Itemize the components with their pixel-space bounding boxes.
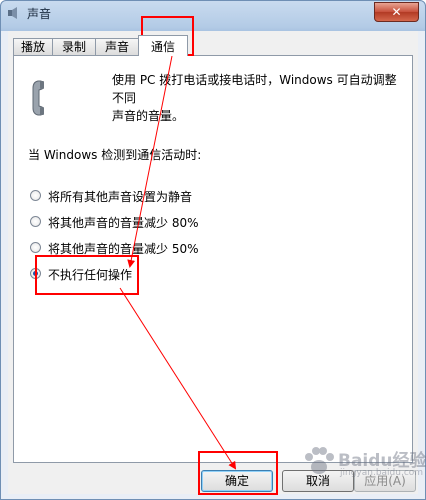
description: 使用 PC 拨打电话或接电话时，Windows 可自动调整不同 声音的音量。 xyxy=(112,71,402,125)
radio-button[interactable] xyxy=(30,242,41,253)
radio-dot xyxy=(33,271,38,276)
paw-icon xyxy=(305,447,334,474)
window-title: 声音 xyxy=(27,7,52,21)
radio-button-selected[interactable] xyxy=(30,268,41,279)
description-line-1: 使用 PC 拨打电话或接电话时，Windows 可自动调整不同 xyxy=(112,73,397,105)
sound-dialog: 声音 ✕ 播放 录制 声音 通信 使用 PC 拨打电话或接电话时，Windows… xyxy=(0,0,426,500)
phone-handset-icon xyxy=(32,80,44,116)
baidu-watermark: Baidu经验 jingyan.baidu.com xyxy=(300,440,426,488)
option-label: 将所有其他声音设置为静音 xyxy=(48,190,193,204)
option-label: 不执行任何操作 xyxy=(48,268,133,282)
dialog-client: 播放 录制 声音 通信 使用 PC 拨打电话或接电话时，Windows 可自动调… xyxy=(8,31,418,494)
speaker-icon xyxy=(8,7,17,19)
tab-sounds[interactable]: 声音 xyxy=(95,38,139,55)
description-line-2: 声音的音量。 xyxy=(112,109,185,123)
ok-button[interactable]: 确定 xyxy=(201,470,273,492)
tab-communications[interactable]: 通信 xyxy=(138,35,188,56)
tab-playback[interactable]: 播放 xyxy=(13,38,53,55)
option-label: 将其他声音的音量减少 50% xyxy=(48,242,199,256)
close-button[interactable]: ✕ xyxy=(374,2,419,22)
option-label: 将其他声音的音量减少 80% xyxy=(48,216,199,230)
radio-button[interactable] xyxy=(30,216,41,227)
title-bar[interactable]: 声音 ✕ xyxy=(1,1,425,25)
tab-recording[interactable]: 录制 xyxy=(52,38,96,55)
communications-panel: 使用 PC 拨打电话或接电话时，Windows 可自动调整不同 声音的音量。 当… xyxy=(13,55,413,463)
intro-text: 当 Windows 检测到通信活动时: xyxy=(28,148,202,162)
radio-button[interactable] xyxy=(30,190,41,201)
watermark-url: jingyan.baidu.com xyxy=(340,468,424,478)
